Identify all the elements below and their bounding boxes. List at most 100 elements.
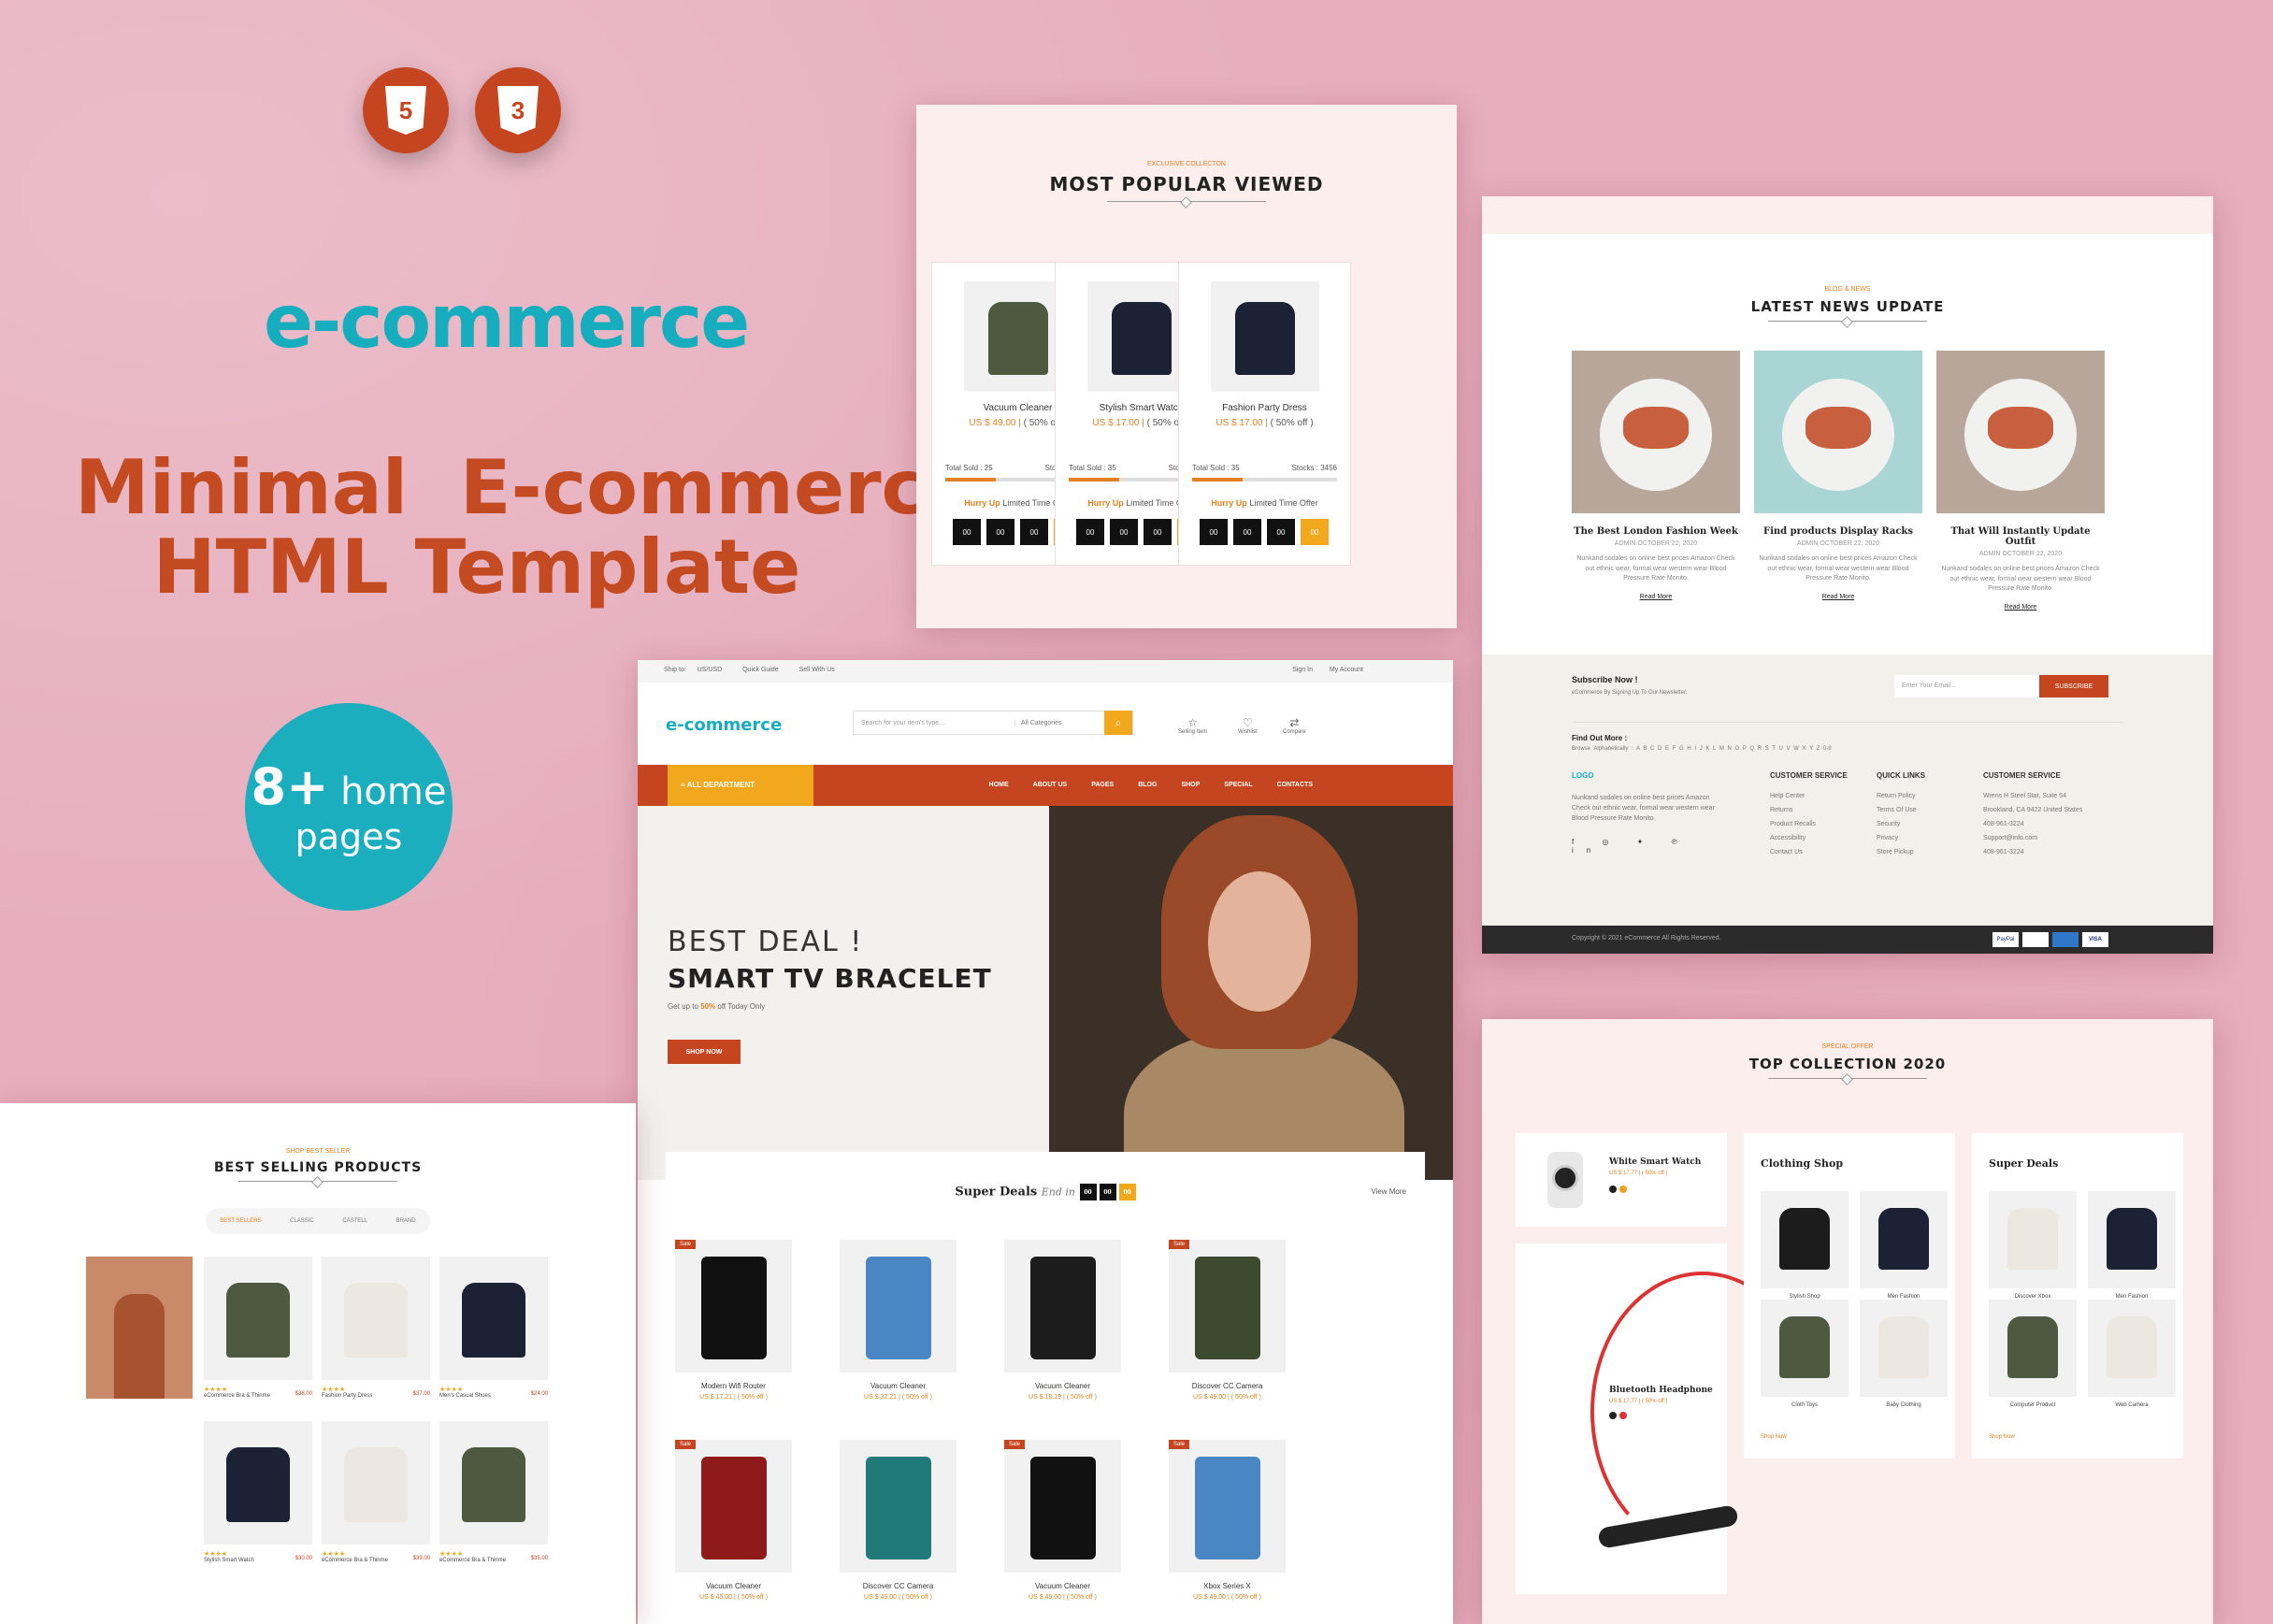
news-card[interactable]: That Will Instantly Update Outfit ADMIN O…	[1936, 351, 2105, 611]
sale-badge: Sale	[1004, 1440, 1026, 1449]
collection-item[interactable]: Men Fashion	[1860, 1191, 1948, 1300]
alphabet-links[interactable]: Browse Alphabetically : A B C D E F G H …	[1572, 746, 2123, 752]
footer-link[interactable]: Product Recalls	[1770, 821, 1848, 827]
hero-kicker: BEST DEAL !	[668, 926, 864, 958]
wishlist-button[interactable]: ♡ Wishlist	[1238, 716, 1258, 735]
hurry-label: Hurry Up	[964, 498, 1000, 508]
promo-headline: Minimal E-commerce HTML Template	[75, 448, 976, 608]
news-card[interactable]: The Best London Fashion Week ADMIN OCTOBE…	[1572, 351, 1740, 600]
nav-link[interactable]: SHOP	[1181, 782, 1200, 788]
color-swatches[interactable]	[1609, 1186, 1627, 1193]
garment-shape	[1235, 302, 1295, 375]
footer-heading: CUSTOMER SERVICE	[1770, 771, 1848, 780]
product-card[interactable]: ★★★★ Fashion Party Dress $37.00	[322, 1257, 430, 1399]
collection-item[interactable]: Discover Xbox	[1989, 1191, 2077, 1300]
best-tab[interactable]: BRAND	[396, 1218, 416, 1224]
ship-to[interactable]: Ship to:	[664, 667, 686, 673]
product-price: US $ 17.00 | ( 50% off )	[1216, 418, 1314, 428]
super-shop-now[interactable]: Shop Now	[1989, 1434, 2015, 1440]
best-tab[interactable]: CLASSIC	[290, 1218, 314, 1224]
site-logo[interactable]: e-commerce	[666, 715, 782, 735]
product-price: US $ 17.21 | ( 50% off )	[699, 1394, 768, 1401]
footer-link[interactable]: Accessibility	[1770, 835, 1848, 841]
my-account-link[interactable]: My Account	[1330, 667, 1363, 673]
category-select[interactable]: All Categories	[1014, 719, 1104, 726]
collection-item[interactable]: Computer Product	[1989, 1300, 2077, 1408]
product-card[interactable]: Fashion Party Dress US $ 17.00 | ( 50% of…	[1178, 262, 1351, 566]
collection-item[interactable]: Baby Clothing	[1860, 1300, 1948, 1408]
quick-guide[interactable]: Quick Guide	[742, 667, 779, 673]
social-icons[interactable]: f ◎ ✦ ℗ in	[1572, 838, 1721, 855]
news-title[interactable]: That Will Instantly Update Outfit	[1936, 526, 2105, 547]
collection-item[interactable]: Cloth Toys	[1761, 1300, 1849, 1408]
footer-link[interactable]: 408-961-3224	[1983, 821, 2082, 827]
best-tab[interactable]: CASTELL	[342, 1218, 367, 1224]
nav-link[interactable]: PAGES	[1091, 782, 1114, 788]
headphone-card[interactable]: Bluetooth Headphone US $ 17.77 | ( 50% o…	[1516, 1243, 1815, 1594]
selling-item-button[interactable]: ☆ Selling Item	[1178, 716, 1207, 735]
footer-link[interactable]: Terms Of Use	[1877, 807, 1925, 813]
product-card[interactable]: Vacuum Cleaner US $ 32.21 | ( 50% off )	[840, 1240, 957, 1401]
footer-link[interactable]: Security	[1877, 821, 1925, 827]
footer-link[interactable]: Wrens H Steel Stat, Suite 54	[1983, 793, 2082, 799]
product-card[interactable]: ★★★★ eCommerce Bra & Thinme $39.00	[322, 1421, 430, 1563]
footer-link[interactable]: Support@info.com	[1983, 835, 2082, 841]
footer-link[interactable]: Brookland, CA 9422 United States	[1983, 807, 2082, 813]
product-card[interactable]: Sale Discover CC Camera US $ 49.00 | ( 50%…	[1169, 1240, 1286, 1401]
news-card[interactable]: Find products Display Racks ADMIN OCTOBER…	[1754, 351, 1922, 600]
product-card[interactable]: ★★★★ eCommerce Bra & Thinme $38.00	[204, 1257, 312, 1399]
collection-item[interactable]: Web Camera	[2088, 1300, 2176, 1408]
compare-button[interactable]: ⇄ Compare	[1283, 716, 1306, 735]
clothing-shop-now[interactable]: Shop Now	[1761, 1434, 1787, 1440]
sign-in-link[interactable]: Sign In	[1292, 667, 1313, 673]
read-more-link[interactable]: Read More	[1936, 604, 2105, 611]
footer-link[interactable]: Return Policy	[1877, 793, 1925, 799]
product-card[interactable]: Discover CC Camera US $ 49.00 | ( 50% off…	[840, 1440, 957, 1601]
collection-item[interactable]: Men Fashion	[2088, 1191, 2176, 1300]
copyright-bar: Copyright © 2021 eCommerce All Rights Re…	[1482, 926, 2213, 954]
best-tab[interactable]: BEST SELLERS	[220, 1218, 261, 1224]
watch-card[interactable]: White Smart Watch US $ 17.77 | ( 50% off…	[1516, 1133, 1727, 1227]
search-input[interactable]: Search for your item's type....	[854, 720, 1014, 726]
home-word: home	[340, 769, 447, 813]
read-more-link[interactable]: Read More	[1754, 594, 1922, 600]
news-title[interactable]: Find products Display Racks	[1754, 526, 1922, 537]
footer-link[interactable]: Privacy	[1877, 835, 1925, 841]
product-card[interactable]: Sale Vacuum Cleaner US $ 45.00 | ( 50% off…	[675, 1440, 792, 1601]
all-department-button[interactable]: ≡ ALL DEPARTMENT	[668, 765, 813, 806]
footer-link[interactable]: Store Pickup	[1877, 849, 1925, 855]
read-more-link[interactable]: Read More	[1572, 594, 1740, 600]
product-card[interactable]: ★★★★ eCommerce Bra & Thinme $35.00	[439, 1421, 548, 1563]
subscribe-button[interactable]: SUBSCRIBE	[2039, 675, 2108, 697]
product-card[interactable]: ★★★★ Men's Casual Shoes $24.00	[439, 1257, 548, 1399]
nav-link[interactable]: ABOUT US	[1033, 782, 1068, 788]
brand-logo: e-commerce	[264, 280, 750, 365]
search-button[interactable]: ⌕	[1104, 711, 1132, 735]
product-card[interactable]: Sale Modern Wifi Router US $ 17.21 | ( 50%…	[675, 1240, 792, 1401]
color-swatches[interactable]	[1609, 1412, 1627, 1419]
product-card[interactable]: Vacuum Cleaner US $ 18.19 | ( 50% off )	[1004, 1240, 1121, 1401]
product-card[interactable]: Sale Vacuum Cleaner US $ 49.00 | ( 50% off…	[1004, 1440, 1121, 1601]
footer-link[interactable]: 408-961-3224	[1983, 849, 2082, 855]
collection-item[interactable]: Stylish Shop	[1761, 1191, 1849, 1300]
currency-select[interactable]: US/USD	[698, 667, 722, 673]
footer-link[interactable]: Contact Us	[1770, 849, 1848, 855]
footer-link[interactable]: Returns	[1770, 807, 1848, 813]
news-excerpt: Nunkand sodales on online best prices Am…	[1941, 566, 2100, 592]
product-card[interactable]: Sale Xbox Series X US $ 49.00 | ( 50% off …	[1169, 1440, 1286, 1601]
nav-link[interactable]: HOME	[989, 782, 1009, 788]
shop-now-button[interactable]: SHOP NOW	[668, 1040, 741, 1064]
nav-link[interactable]: SPECIAL	[1224, 782, 1252, 788]
timer-box: 00	[953, 519, 981, 545]
footer-link[interactable]: Help Center	[1770, 793, 1848, 799]
nav-link[interactable]: CONTACTS	[1277, 782, 1313, 788]
hero-model-image	[1049, 806, 1453, 1180]
sell-with-us[interactable]: Sell With Us	[799, 667, 835, 673]
email-input[interactable]: Enter Your Email...	[1894, 675, 2039, 697]
product-card[interactable]: ★★★★ Stylish Smart Watch $30.00	[204, 1421, 312, 1563]
timer-box: 00	[986, 519, 1014, 545]
nav-link[interactable]: BLOG	[1138, 782, 1157, 788]
garment-shape	[2007, 1316, 2058, 1378]
view-more-link[interactable]: View More	[1371, 1187, 1406, 1196]
news-title[interactable]: The Best London Fashion Week	[1572, 526, 1740, 537]
